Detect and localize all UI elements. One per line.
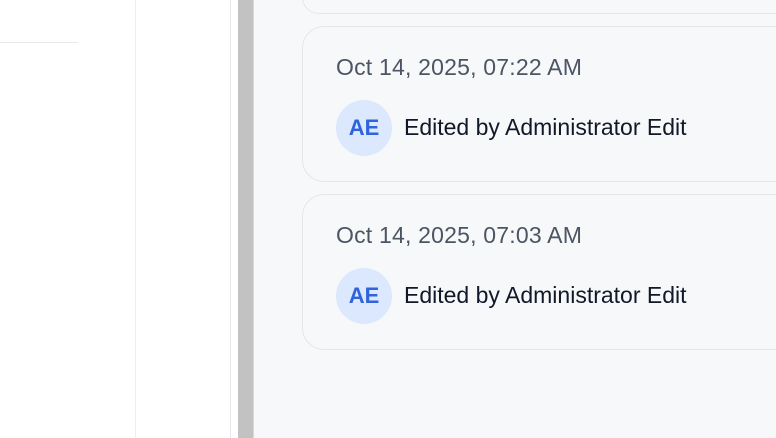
left-panel: [0, 0, 136, 438]
app-page: Oct 14, 2025, 07:22 AM AE Edited by Admi…: [0, 0, 776, 438]
panel-resize-handle[interactable]: [238, 0, 254, 438]
history-action-text: Edited by Administrator Edit: [404, 114, 687, 140]
activity-timeline: Oct 14, 2025, 07:22 AM AE Edited by Admi…: [260, 0, 776, 438]
history-action-text: Edited by Administrator Edit: [404, 282, 687, 308]
middle-panel: [136, 0, 231, 438]
history-card-previous: [302, 0, 776, 14]
history-timestamp: Oct 14, 2025, 07:22 AM: [336, 54, 583, 80]
history-card: Oct 14, 2025, 07:22 AM AE Edited by Admi…: [302, 26, 776, 182]
left-panel-divider: [0, 42, 78, 43]
history-card: Oct 14, 2025, 07:03 AM AE Edited by Admi…: [302, 194, 776, 350]
avatar: AE: [336, 268, 392, 324]
history-timestamp: Oct 14, 2025, 07:03 AM: [336, 222, 583, 248]
avatar: AE: [336, 100, 392, 156]
